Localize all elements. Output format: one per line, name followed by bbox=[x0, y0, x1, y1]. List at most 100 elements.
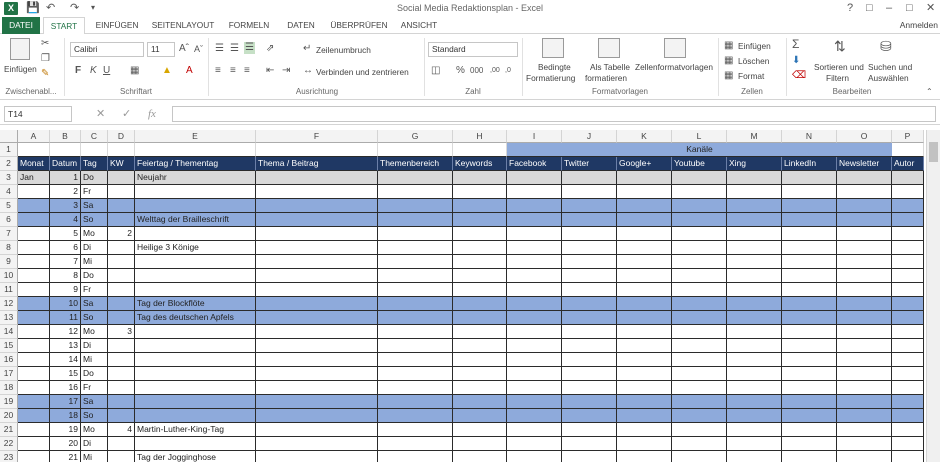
row-header[interactable]: 5 bbox=[0, 199, 18, 213]
cell[interactable] bbox=[892, 381, 924, 395]
cell[interactable] bbox=[108, 339, 135, 353]
cell[interactable] bbox=[617, 395, 672, 409]
cell[interactable] bbox=[837, 311, 892, 325]
header-cell[interactable]: Autor bbox=[892, 157, 924, 171]
cell[interactable]: 8 bbox=[50, 269, 81, 283]
cell[interactable]: Tag der Jogginghose bbox=[135, 451, 256, 462]
cell[interactable] bbox=[672, 185, 727, 199]
name-box[interactable]: T14 bbox=[4, 106, 72, 122]
cell[interactable] bbox=[837, 325, 892, 339]
delete-cells-button[interactable]: Löschen bbox=[738, 56, 769, 66]
align-top-icon[interactable]: ☰ bbox=[215, 43, 224, 55]
cell[interactable] bbox=[617, 423, 672, 437]
column-header[interactable]: H bbox=[453, 130, 507, 143]
cell[interactable] bbox=[672, 199, 727, 213]
cell[interactable] bbox=[562, 297, 617, 311]
cell[interactable] bbox=[18, 409, 50, 423]
cell[interactable] bbox=[18, 353, 50, 367]
close-icon[interactable]: ✕ bbox=[926, 1, 935, 15]
cell[interactable] bbox=[453, 451, 507, 462]
header-cell[interactable]: Tag bbox=[81, 157, 108, 171]
cell[interactable] bbox=[837, 437, 892, 451]
cell[interactable] bbox=[135, 353, 256, 367]
cell[interactable]: Di bbox=[81, 437, 108, 451]
cell[interactable]: Welttag der Brailleschrift bbox=[135, 213, 256, 227]
cell[interactable] bbox=[617, 269, 672, 283]
cell[interactable] bbox=[256, 381, 378, 395]
cell[interactable] bbox=[837, 255, 892, 269]
header-cell[interactable]: Youtube bbox=[672, 157, 727, 171]
row-header[interactable]: 1 bbox=[0, 143, 18, 157]
cell[interactable] bbox=[135, 367, 256, 381]
cell[interactable] bbox=[672, 367, 727, 381]
cell[interactable] bbox=[837, 367, 892, 381]
cell[interactable] bbox=[727, 255, 782, 269]
grow-font-icon[interactable]: Aˆ bbox=[179, 43, 189, 55]
cell[interactable]: 2 bbox=[108, 227, 135, 241]
tab-einfuegen[interactable]: EINFÜGEN bbox=[92, 17, 142, 34]
cell-styles-icon[interactable] bbox=[664, 38, 686, 58]
cell[interactable] bbox=[727, 171, 782, 185]
cell[interactable] bbox=[378, 185, 453, 199]
row-header[interactable]: 9 bbox=[0, 255, 18, 269]
cell[interactable]: 18 bbox=[50, 409, 81, 423]
cell[interactable] bbox=[617, 283, 672, 297]
cell[interactable] bbox=[18, 423, 50, 437]
cell[interactable]: Mo bbox=[81, 423, 108, 437]
borders-icon[interactable]: ▦ bbox=[130, 65, 139, 77]
cell[interactable] bbox=[727, 423, 782, 437]
cell[interactable] bbox=[562, 185, 617, 199]
cell[interactable] bbox=[50, 143, 81, 157]
merge-center-icon[interactable]: ↔ bbox=[303, 65, 313, 77]
cell[interactable]: 4 bbox=[108, 423, 135, 437]
row-header[interactable]: 10 bbox=[0, 269, 18, 283]
cell[interactable] bbox=[453, 395, 507, 409]
cell[interactable] bbox=[837, 283, 892, 297]
increase-decimal-icon[interactable]: ,00 bbox=[490, 65, 500, 77]
cell[interactable] bbox=[617, 353, 672, 367]
cell[interactable] bbox=[108, 171, 135, 185]
cell[interactable] bbox=[562, 269, 617, 283]
cell[interactable] bbox=[18, 199, 50, 213]
cell[interactable] bbox=[837, 409, 892, 423]
cell[interactable] bbox=[135, 185, 256, 199]
cell[interactable] bbox=[18, 227, 50, 241]
cell[interactable]: 9 bbox=[50, 283, 81, 297]
cell[interactable] bbox=[378, 143, 453, 157]
cell[interactable] bbox=[453, 437, 507, 451]
find-select-label2[interactable]: Auswählen bbox=[868, 73, 909, 83]
cell[interactable] bbox=[256, 423, 378, 437]
tab-formeln[interactable]: FORMELN bbox=[224, 17, 274, 34]
cell[interactable]: Sa bbox=[81, 297, 108, 311]
header-cell[interactable]: LinkedIn bbox=[782, 157, 837, 171]
cell[interactable]: 17 bbox=[50, 395, 81, 409]
cell[interactable] bbox=[507, 283, 562, 297]
tab-ansicht[interactable]: ANSICHT bbox=[396, 17, 442, 34]
row-header[interactable]: 20 bbox=[0, 409, 18, 423]
cell[interactable] bbox=[782, 353, 837, 367]
cell[interactable] bbox=[108, 297, 135, 311]
header-cell[interactable]: Keywords bbox=[453, 157, 507, 171]
column-header[interactable]: E bbox=[135, 130, 256, 143]
cell[interactable] bbox=[782, 339, 837, 353]
help-icon[interactable]: ? bbox=[847, 1, 853, 15]
cell[interactable] bbox=[562, 199, 617, 213]
cell[interactable] bbox=[672, 297, 727, 311]
column-header[interactable]: K bbox=[617, 130, 672, 143]
font-size-select[interactable]: 11 bbox=[147, 42, 175, 57]
cell[interactable]: 20 bbox=[50, 437, 81, 451]
cell[interactable] bbox=[727, 353, 782, 367]
cell[interactable] bbox=[727, 199, 782, 213]
cell[interactable] bbox=[837, 171, 892, 185]
cell[interactable] bbox=[727, 437, 782, 451]
cell[interactable] bbox=[782, 367, 837, 381]
cell[interactable] bbox=[672, 451, 727, 462]
cell[interactable]: Mi bbox=[81, 451, 108, 462]
shrink-font-icon[interactable]: Aˇ bbox=[194, 43, 203, 55]
cell[interactable] bbox=[782, 255, 837, 269]
cell[interactable] bbox=[892, 241, 924, 255]
cell[interactable] bbox=[727, 339, 782, 353]
cell[interactable] bbox=[727, 269, 782, 283]
cell[interactable] bbox=[256, 451, 378, 462]
sign-in-link[interactable]: Anmelden bbox=[900, 17, 938, 34]
